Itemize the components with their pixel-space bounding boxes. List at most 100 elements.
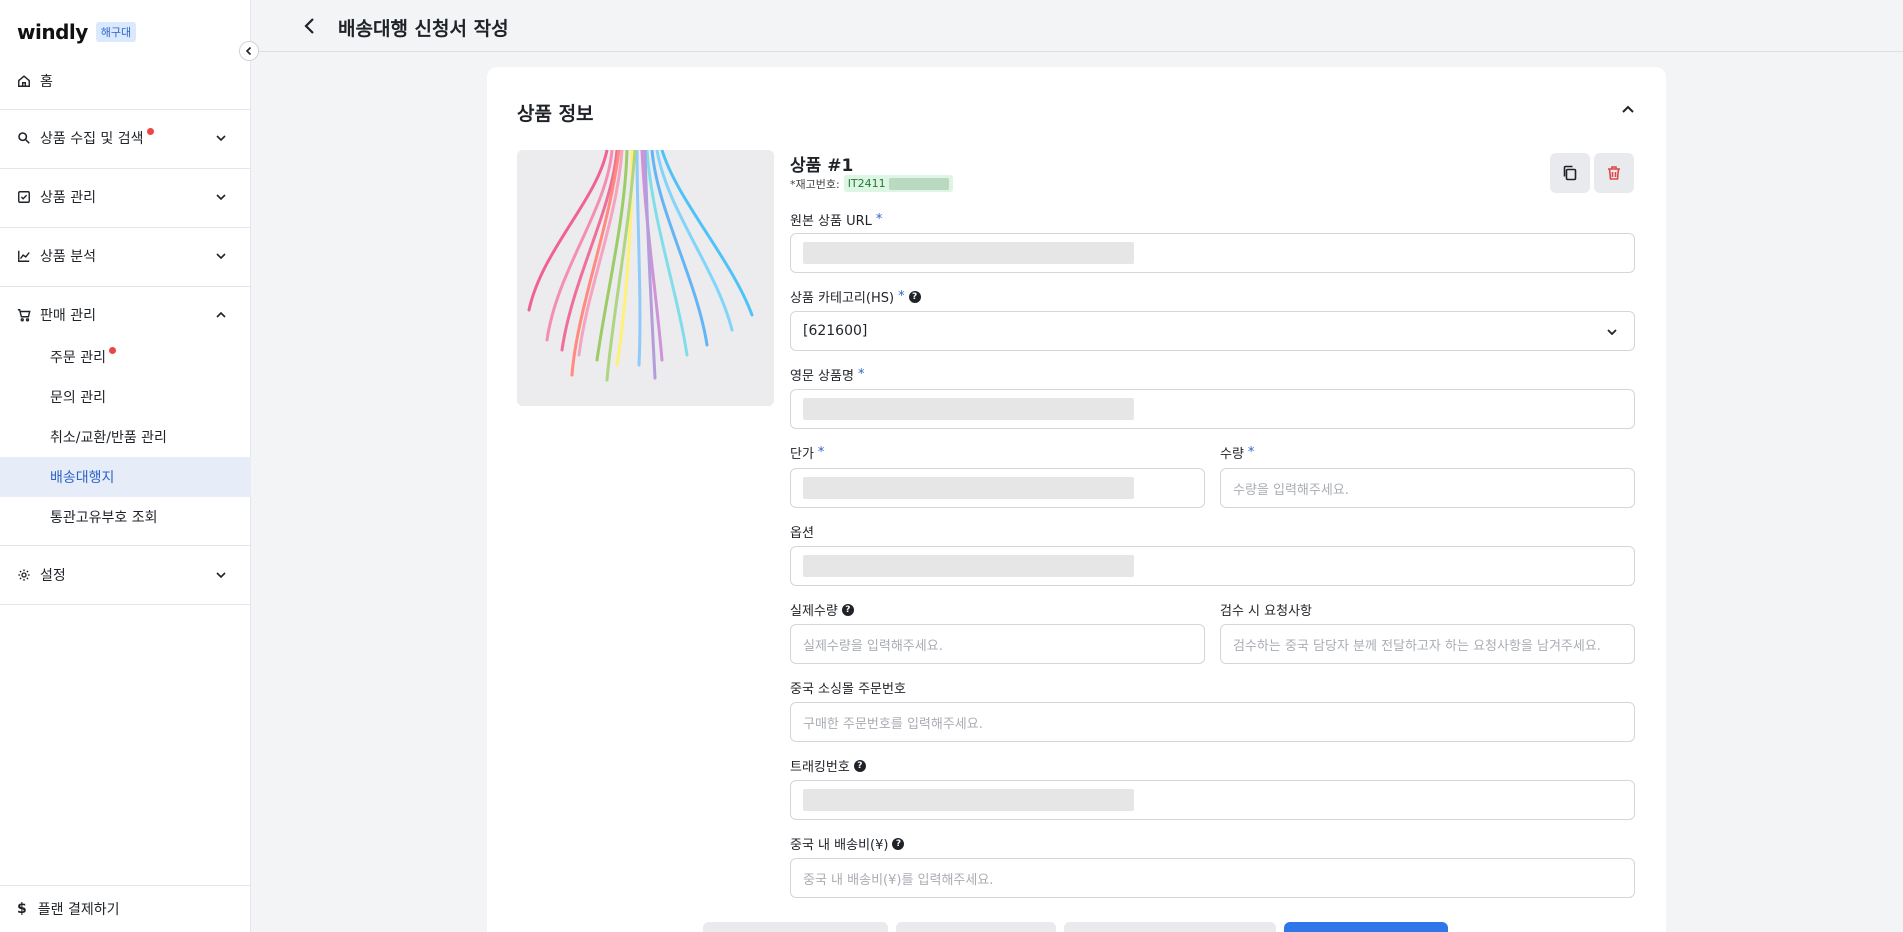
- actual-quantity-input[interactable]: 실제수량을 입력해주세요.: [790, 624, 1205, 664]
- required-mark: *: [875, 212, 883, 227]
- chart-icon: [17, 249, 31, 263]
- inspection-request-input[interactable]: 검수하는 중국 담당자 분께 전달하고자 하는 요청사항을 남겨주세요.: [1220, 624, 1635, 664]
- url-input[interactable]: [790, 233, 1635, 273]
- placeholder: 수량을 입력해주세요.: [1233, 482, 1349, 498]
- help-icon[interactable]: ?: [908, 290, 921, 303]
- copy-icon: [1563, 165, 1577, 181]
- sidebar-item-analytics[interactable]: 상품 분석: [0, 244, 251, 268]
- label-text: 검수 시 요청사항: [1220, 604, 1312, 619]
- redacted-text: [888, 177, 949, 190]
- plan-payment-button[interactable]: $ 플랜 결제하기: [0, 885, 251, 932]
- label-text: 중국 소싱몰 주문번호: [790, 682, 906, 697]
- help-icon[interactable]: ?: [853, 759, 866, 772]
- redacted-value: [803, 477, 1134, 499]
- order-number-label: 중국 소싱몰 주문번호: [790, 678, 906, 697]
- product-title: 상품 #1: [790, 156, 854, 176]
- label-text: 원본 상품 URL: [790, 214, 872, 229]
- product-info-card: 상품 정보 상품 #1 *재고번호: IT2411 원본 상품 URL * 상품…: [487, 67, 1666, 932]
- shipping-fee-label: 중국 내 배송비(¥) ?: [790, 834, 905, 853]
- sidebar-item-collect[interactable]: 상품 수집 및 검색: [0, 126, 251, 150]
- category-select[interactable]: [621600]: [790, 311, 1635, 351]
- price-label: 단가 *: [790, 443, 824, 462]
- chevron-down-icon: [216, 194, 226, 201]
- placeholder: 검수하는 중국 담당자 분께 전달하고자 하는 요청사항을 남겨주세요.: [1233, 638, 1601, 654]
- sidebar-item-label: 설정: [40, 568, 66, 584]
- sidebar-subitem-label: 취소/교환/반품 관리: [50, 430, 167, 446]
- quantity-input[interactable]: 수량을 입력해주세요.: [1220, 468, 1635, 508]
- redacted-value: [803, 242, 1134, 264]
- redacted-value: [803, 555, 1134, 577]
- sidebar-subitem-label: 배송대행지: [50, 470, 115, 486]
- delete-button[interactable]: [1594, 153, 1634, 193]
- footer-button-3[interactable]: [1064, 922, 1276, 932]
- chevron-up-icon: [216, 311, 226, 318]
- sidebar-subitem-label: 주문 관리: [50, 350, 106, 366]
- sidebar-subitem-returns[interactable]: 취소/교환/반품 관리: [0, 417, 251, 457]
- footer-button-2[interactable]: [896, 922, 1056, 932]
- chevron-left-icon: [304, 18, 314, 34]
- sidebar-item-sales[interactable]: 판매 관리: [0, 303, 251, 327]
- option-input[interactable]: [790, 546, 1635, 586]
- page-title: 배송대행 신청서 작성: [338, 18, 509, 40]
- tracking-label: 트래킹번호 ?: [790, 756, 866, 775]
- quantity-label: 수량 *: [1220, 443, 1254, 462]
- sidebar-subitem-orders[interactable]: 주문 관리: [0, 337, 251, 377]
- chevron-up-icon[interactable]: [1620, 101, 1636, 117]
- trash-icon: [1608, 166, 1620, 180]
- help-icon[interactable]: ?: [841, 603, 854, 616]
- sidebar-item-products[interactable]: 상품 관리: [0, 185, 251, 209]
- label-text: 트래킹번호: [790, 760, 850, 775]
- order-number-input[interactable]: 구매한 주문번호를 입력해주세요.: [790, 702, 1635, 742]
- sidebar-subitem-forwarding[interactable]: 배송대행지: [0, 457, 251, 497]
- sidebar-subitem-customs[interactable]: 통관고유부호 조회: [0, 497, 251, 537]
- stock-number: *재고번호: IT2411: [790, 175, 953, 192]
- sidebar-subitem-inquiries[interactable]: 문의 관리: [0, 377, 251, 417]
- plan-label: 플랜 결제하기: [37, 902, 120, 918]
- required-mark: *: [857, 367, 865, 382]
- label-text: 수량: [1220, 447, 1244, 462]
- chevron-left-icon: [245, 46, 252, 56]
- inspection-request-label: 검수 시 요청사항: [1220, 600, 1312, 619]
- actual-quantity-label: 실제수량 ?: [790, 600, 854, 619]
- sidebar-item-label: 홈: [40, 74, 53, 90]
- english-name-label: 영문 상품명 *: [790, 365, 864, 384]
- stock-code: IT2411: [847, 177, 886, 190]
- submit-button[interactable]: [1284, 922, 1448, 932]
- shipping-fee-input[interactable]: 중국 내 배송비(¥)를 입력해주세요.: [790, 858, 1635, 898]
- sidebar-collapse-button[interactable]: [239, 41, 259, 61]
- url-label: 원본 상품 URL *: [790, 210, 882, 229]
- back-button[interactable]: [298, 14, 322, 38]
- search-icon: [17, 131, 31, 145]
- chevron-down-icon: [216, 572, 226, 579]
- product-photo: [517, 150, 774, 406]
- product-image: [517, 150, 774, 406]
- label-text: 상품 카테고리(HS): [790, 291, 895, 306]
- placeholder: 구매한 주문번호를 입력해주세요.: [803, 716, 983, 732]
- english-name-input[interactable]: [790, 389, 1635, 429]
- footer-button-1[interactable]: [703, 922, 888, 932]
- option-label: 옵션: [790, 522, 814, 541]
- brand-logo: windly: [17, 20, 88, 44]
- category-value: [621600]: [803, 323, 868, 339]
- sidebar-item-home[interactable]: 홈: [0, 69, 251, 93]
- copy-button[interactable]: [1550, 153, 1590, 193]
- tracking-input[interactable]: [790, 780, 1635, 820]
- notification-dot: [146, 127, 154, 135]
- price-input[interactable]: [790, 468, 1205, 508]
- required-mark: *: [1247, 445, 1255, 460]
- brand[interactable]: windly 해구대: [17, 20, 137, 44]
- cart-icon: [17, 308, 31, 322]
- stock-label: *재고번호:: [790, 177, 840, 191]
- required-mark: *: [817, 445, 825, 460]
- redacted-value: [803, 789, 1134, 811]
- gear-icon: [17, 568, 31, 582]
- help-icon[interactable]: ?: [892, 837, 905, 850]
- required-mark: *: [898, 289, 905, 304]
- chevron-down-icon: [216, 253, 226, 260]
- home-icon: [17, 74, 31, 88]
- sidebar-item-label: 상품 수집 및 검색: [40, 131, 144, 147]
- sidebar-subitem-label: 통관고유부호 조회: [50, 510, 158, 526]
- sidebar-item-settings[interactable]: 설정: [0, 563, 251, 587]
- brand-badge: 해구대: [95, 22, 137, 42]
- placeholder: 실제수량을 입력해주세요.: [803, 638, 943, 654]
